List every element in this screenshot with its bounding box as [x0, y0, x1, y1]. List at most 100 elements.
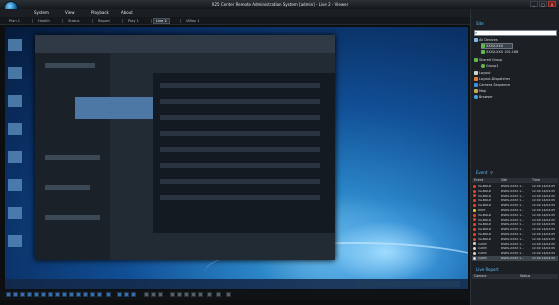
layout-3x3-button[interactable] [20, 292, 25, 297]
remote-cell [45, 215, 100, 220]
desktop-icon [8, 151, 22, 163]
event-column-site[interactable]: Site [501, 178, 507, 183]
remote-cell [45, 63, 95, 68]
remote-row [160, 163, 320, 168]
device-online-icon [481, 44, 485, 48]
map-icon [474, 89, 478, 93]
live-report-column-camera[interactable]: Camera [474, 274, 487, 279]
remote-row [160, 131, 320, 136]
remote-row [160, 195, 320, 200]
remote-window-panel [153, 73, 335, 233]
remote-row [160, 147, 320, 152]
event-type-icon [473, 203, 476, 207]
group-icon [481, 64, 485, 68]
maximize-button[interactable]: □ [539, 1, 547, 7]
layout-2x2-button[interactable] [13, 292, 18, 297]
remote-row [160, 83, 320, 88]
tab-live-2[interactable]: Live 2 [153, 18, 170, 24]
layout-5x5-button[interactable] [34, 292, 39, 297]
remote-application-window [35, 35, 335, 260]
event-site: RSDS-XXXX 1... [501, 256, 525, 260]
live-video-viewer[interactable] [5, 27, 468, 289]
layout-grid-button[interactable] [90, 292, 95, 297]
layout-1x1-button[interactable] [6, 292, 11, 297]
layout-1plus7-button[interactable] [55, 292, 60, 297]
tree-item-label: Shared Group [479, 58, 503, 62]
menu-playback[interactable]: Playback [91, 10, 109, 16]
playback-icon[interactable] [184, 292, 189, 297]
event-filter-icon[interactable]: ⚲ [490, 170, 493, 175]
tree-item-browser[interactable]: Browser [474, 94, 493, 100]
remote-cell [45, 185, 90, 190]
device-online-icon [481, 50, 485, 54]
layout-tall-button[interactable] [83, 292, 88, 297]
dispatcher-icon [474, 77, 478, 81]
layout-save-icon[interactable] [151, 292, 156, 297]
layout-1plus5-button[interactable] [48, 292, 53, 297]
tab-plan-1[interactable]: Plan 1 [7, 18, 22, 24]
event-column-event[interactable]: Event [474, 178, 483, 183]
live-report-column-status[interactable]: Status [520, 274, 530, 279]
layout-6x6-button[interactable] [41, 292, 46, 297]
event-type-icon [473, 242, 476, 246]
event-type-icon [473, 232, 476, 236]
tree-item-label: XXXX-XXX [486, 44, 504, 48]
layout-icon [474, 71, 478, 75]
event-type-icon [473, 218, 476, 222]
audio-icon[interactable] [191, 292, 196, 297]
desktop-icon [8, 235, 22, 247]
minimize-button[interactable]: _ [530, 1, 538, 7]
layout-4x4-button[interactable] [27, 292, 32, 297]
event-type-icon [473, 256, 476, 260]
event-type-icon [473, 208, 476, 212]
event-type-icon [473, 247, 476, 251]
tree-item-label: Map [479, 89, 487, 93]
tab-report[interactable]: Report [96, 18, 112, 24]
event-table-header [472, 178, 558, 183]
layout-1plus12-button[interactable] [62, 292, 67, 297]
shrink-icon[interactable] [131, 292, 136, 297]
event-row[interactable]: CAM3 RSDS-XXXX 1... 12:09 14/04:05 [472, 256, 558, 261]
tab-status[interactable]: Status [66, 18, 81, 24]
layout-wide-button[interactable] [76, 292, 81, 297]
tree-item-label: Group1 [486, 64, 499, 68]
camera-sequence-icon [474, 83, 478, 87]
sequence-icon[interactable] [144, 292, 149, 297]
osd-icon[interactable] [216, 292, 221, 297]
event-column-time[interactable]: Time [532, 178, 540, 183]
expand-icon[interactable] [124, 292, 129, 297]
tree-item-label: Browser [479, 95, 493, 99]
tab-separator [151, 19, 152, 23]
zoom-icon[interactable] [207, 292, 212, 297]
snapshot-icon[interactable] [170, 292, 175, 297]
tree-item-label: Layout-Dispatcher [479, 77, 511, 81]
remote-row [160, 99, 320, 104]
menu-about[interactable]: About [121, 10, 133, 16]
tab-play-1[interactable]: Play 1 [126, 18, 141, 24]
event-type-icon [473, 189, 476, 193]
layout-all-button[interactable] [97, 292, 102, 297]
tree-item-group1[interactable]: Group1 [481, 63, 498, 69]
window-title: X25 Center Remote Administration System … [211, 2, 349, 7]
fullscreen-icon[interactable] [117, 292, 122, 297]
desktop-icon [8, 123, 22, 135]
desktop-icon [8, 67, 22, 79]
ptz-icon[interactable] [198, 292, 203, 297]
tab-separator [180, 19, 181, 23]
tree-item-device-2[interactable]: XXXX-XXX 192.168 [481, 49, 518, 55]
settings-icon[interactable] [226, 292, 231, 297]
menu-system[interactable]: System [34, 10, 49, 16]
menu-view[interactable]: View [65, 10, 75, 16]
tab-vibox-1[interactable]: ViBox 1 [184, 18, 202, 24]
live-report-title: Live Report [476, 267, 499, 272]
tab-health[interactable]: Health [36, 18, 52, 24]
remote-system-tray [355, 281, 460, 287]
desktop-icon [8, 207, 22, 219]
site-search-input[interactable] [474, 30, 557, 36]
device-group-icon [474, 38, 478, 42]
record-icon[interactable] [177, 292, 182, 297]
layout-split-button[interactable] [106, 292, 111, 297]
layout-load-icon[interactable] [158, 292, 163, 297]
layout-custom-button[interactable] [69, 292, 74, 297]
close-button[interactable]: x [548, 1, 556, 7]
